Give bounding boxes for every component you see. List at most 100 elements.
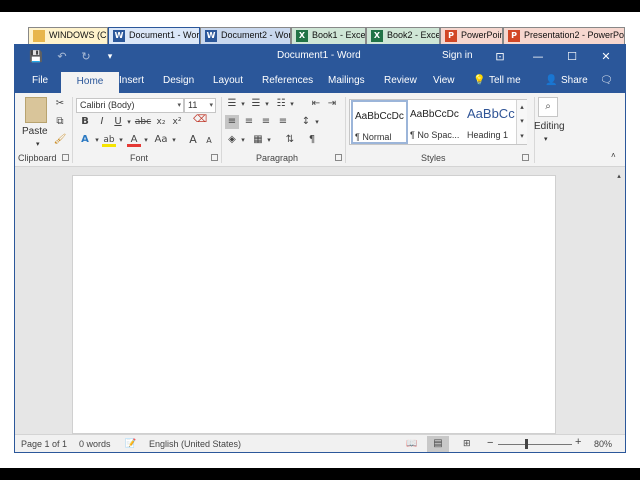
highlight-dropdown-icon[interactable]: ▾ — [114, 133, 128, 147]
copy-icon[interactable]: ⧉ — [53, 115, 67, 129]
tab-insert[interactable]: Insert — [119, 75, 144, 86]
window-title: Document1 - Word — [277, 50, 361, 61]
tab-home[interactable]: Home — [61, 72, 119, 93]
cut-icon[interactable]: ✂ — [53, 97, 67, 111]
group-separator — [345, 97, 346, 163]
grow-font-button[interactable]: A — [186, 133, 200, 147]
ribbon: Paste ▾ ✂ ⧉ 🖌 Clipboard Calibri (Body) ▾ … — [15, 93, 625, 167]
decrease-indent-icon[interactable]: ⇤ — [309, 97, 323, 111]
tab-review[interactable]: Review — [384, 75, 417, 86]
justify-icon[interactable]: ≡ — [276, 115, 290, 129]
paragraph-launcher-icon[interactable] — [335, 154, 342, 161]
tab-design[interactable]: Design — [163, 75, 194, 86]
zoom-in-button[interactable]: + — [575, 436, 581, 448]
style-no-spacing[interactable]: AaBbCcDc ¶ No Spac... — [408, 100, 465, 144]
show-formatting-button[interactable]: ¶ — [305, 133, 319, 147]
taskbar-tab-document1[interactable]: W Document1 - Word — [108, 27, 200, 44]
taskbar-tab-presentation2[interactable]: P Presentation2 - PowerPoint — [503, 27, 625, 44]
tab-mailings[interactable]: Mailings — [328, 75, 365, 86]
chevron-down-icon[interactable]: ▾ — [515, 114, 529, 128]
taskbar-tab-powerpoint[interactable]: P PowerPoint — [440, 27, 503, 44]
clipboard-group-label: Clipboard — [18, 153, 57, 163]
read-mode-icon[interactable]: 📖 — [406, 439, 417, 449]
chevron-up-icon[interactable]: ▴ — [515, 100, 529, 114]
close-button[interactable]: ✕ — [595, 48, 617, 66]
subscript-button[interactable]: x₂ — [154, 115, 168, 129]
save-icon[interactable]: 💾 — [25, 48, 47, 66]
chevron-up-icon[interactable]: ▴ — [612, 169, 626, 183]
bullets-dropdown-icon[interactable]: ▾ — [236, 97, 250, 111]
comments-icon[interactable]: 🗨 — [600, 75, 613, 86]
sort-icon[interactable]: ⇅ — [283, 133, 297, 147]
borders-dropdown-icon[interactable]: ▾ — [262, 133, 276, 147]
word-icon: W — [113, 30, 125, 42]
zoom-out-button[interactable]: − — [487, 437, 493, 449]
tell-me-box[interactable]: Tell me — [489, 75, 521, 86]
styles-more-icon[interactable]: ▾ — [515, 129, 529, 143]
minimize-button[interactable]: — — [527, 48, 549, 66]
editing-button-frame[interactable]: ⌕ — [538, 97, 558, 117]
redo-icon[interactable]: ↻ — [75, 48, 97, 66]
chevron-down-icon: ▾ — [209, 102, 213, 109]
font-name-combo[interactable]: Calibri (Body) ▾ — [76, 98, 184, 113]
word-count[interactable]: 0 words — [79, 439, 111, 449]
vertical-scrollbar[interactable]: ▴ — [613, 168, 625, 434]
style-normal[interactable]: AaBbCcDc ¶ Normal — [351, 100, 408, 144]
bold-button[interactable]: B — [78, 115, 92, 129]
numbering-dropdown-icon[interactable]: ▾ — [260, 97, 274, 111]
share-button[interactable]: Share — [561, 75, 588, 86]
editing-button[interactable]: Editing — [534, 120, 565, 134]
shading-dropdown-icon[interactable]: ▾ — [236, 133, 250, 147]
sign-in-link[interactable]: Sign in — [442, 50, 473, 61]
clipboard-launcher-icon[interactable] — [62, 154, 69, 161]
letterbox-top — [0, 0, 640, 12]
taskbar-tab-book2[interactable]: X Book2 - Excel — [366, 27, 440, 44]
style-heading-1[interactable]: AaBbCc Heading 1 — [465, 100, 522, 144]
web-layout-icon[interactable]: ⊞ — [463, 439, 471, 449]
increase-indent-icon[interactable]: ⇥ — [325, 97, 339, 111]
italic-button[interactable]: I — [95, 115, 109, 129]
paste-dropdown-icon[interactable]: ▾ — [36, 138, 40, 152]
change-case-dropdown-icon[interactable]: ▾ — [167, 133, 181, 147]
collapse-ribbon-icon[interactable]: ˄ — [611, 149, 616, 163]
group-separator — [72, 97, 73, 163]
customize-qat-icon[interactable]: ▾ — [99, 48, 121, 66]
editing-dropdown-icon[interactable]: ▾ — [544, 133, 548, 147]
page-count[interactable]: Page 1 of 1 — [21, 439, 67, 449]
font-color-dropdown-icon[interactable]: ▾ — [139, 133, 153, 147]
folder-icon — [33, 30, 45, 42]
align-center-icon[interactable]: ≡ — [242, 115, 256, 129]
undo-icon[interactable]: ↶ — [51, 48, 73, 66]
font-launcher-icon[interactable] — [211, 154, 218, 161]
clear-formatting-icon[interactable]: ⌫ — [193, 113, 207, 127]
ribbon-display-options-icon[interactable]: ⊡ — [489, 48, 511, 66]
print-layout-icon: ▤ — [433, 438, 443, 449]
shrink-font-button[interactable]: A — [202, 134, 216, 148]
styles-scroll: ▴ ▾ ▾ — [516, 100, 527, 144]
tab-layout[interactable]: Layout — [213, 75, 243, 86]
align-left-icon[interactable]: ≡ — [225, 115, 239, 129]
tab-view[interactable]: View — [433, 75, 455, 86]
print-layout-button[interactable]: ▤ — [427, 436, 449, 452]
maximize-button[interactable]: ☐ — [561, 48, 583, 66]
font-size-combo[interactable]: 11 ▾ — [184, 98, 216, 113]
taskbar-tab-explorer[interactable]: WINDOWS (C:) — [28, 27, 108, 44]
taskbar-tab-book1[interactable]: X Book1 - Excel — [291, 27, 366, 44]
multilevel-dropdown-icon[interactable]: ▾ — [285, 97, 299, 111]
paste-button[interactable]: Paste — [22, 125, 48, 139]
language-status[interactable]: English (United States) — [149, 439, 241, 449]
zoom-level[interactable]: 80% — [594, 439, 612, 449]
styles-launcher-icon[interactable] — [522, 154, 529, 161]
taskbar-tab-document2[interactable]: W Document2 - Word — [200, 27, 291, 44]
document-page[interactable] — [72, 175, 556, 434]
proofing-icon[interactable]: 📝 — [125, 439, 136, 449]
line-spacing-dropdown-icon[interactable]: ▾ — [310, 115, 324, 129]
format-painter-icon[interactable]: 🖌 — [53, 133, 67, 147]
tab-file[interactable]: File — [32, 75, 48, 86]
superscript-button[interactable]: x² — [170, 115, 184, 129]
zoom-slider-thumb[interactable] — [525, 439, 528, 449]
tab-references[interactable]: References — [262, 75, 313, 86]
strikethrough-button[interactable]: abc — [133, 115, 153, 129]
zoom-slider[interactable] — [498, 444, 572, 445]
align-right-icon[interactable]: ≡ — [259, 115, 273, 129]
